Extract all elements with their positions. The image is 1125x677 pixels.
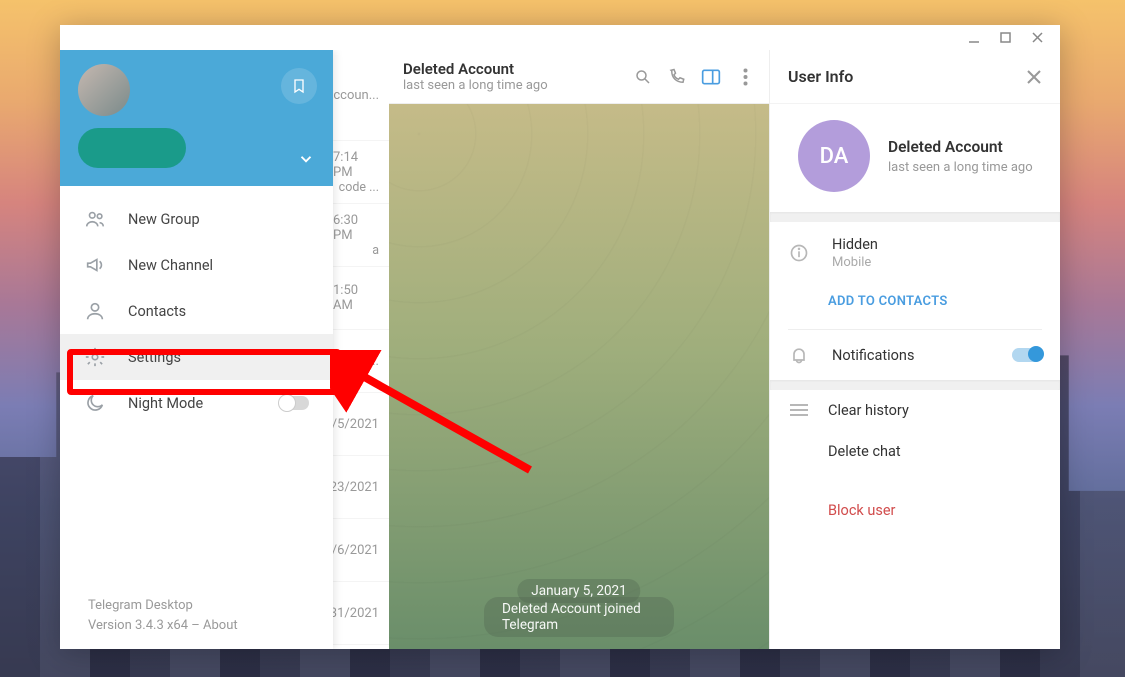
- main-menu-drawer: New Group New Channel Contacts: [60, 50, 333, 649]
- chat-title-block[interactable]: Deleted Account last seen a long time ag…: [403, 60, 619, 93]
- menu-settings[interactable]: Settings: [60, 334, 333, 380]
- bell-icon: [788, 344, 810, 366]
- chat-column: Deleted Account last seen a long time ag…: [389, 50, 769, 649]
- info-header: User Info: [770, 50, 1060, 104]
- info-profile: DA Deleted Account last seen a long time…: [770, 104, 1060, 212]
- chat-list-item[interactable]: 7:14 PM code ...: [333, 141, 389, 204]
- chat-list-item[interactable]: /6/2021: [333, 519, 389, 582]
- notifications-label: Notifications: [832, 347, 914, 364]
- chat-list-item[interactable]: /5/2021: [333, 393, 389, 456]
- saved-messages-button[interactable]: [281, 68, 317, 104]
- night-mode-toggle[interactable]: [279, 396, 309, 410]
- menu-label: New Group: [128, 211, 200, 228]
- side-panel-icon[interactable]: [701, 67, 721, 87]
- chat-title: Deleted Account: [403, 60, 619, 78]
- more-icon[interactable]: [735, 67, 755, 87]
- window-titlebar: [60, 25, 1060, 50]
- info-status: last seen a long time ago: [888, 160, 1033, 175]
- chat-list-item[interactable]: 1:50 AM: [333, 267, 389, 330]
- chat-list-item[interactable]: 26/2...: [333, 330, 389, 393]
- telegram-window: New Group New Channel Contacts: [60, 25, 1060, 649]
- chevron-down-icon[interactable]: [297, 150, 315, 168]
- person-icon: [84, 300, 106, 322]
- chat-list-column: ccoun... 7:14 PM code ... 6:30 PM a 1:50…: [333, 50, 389, 649]
- delete-chat-button[interactable]: Delete chat: [770, 431, 1060, 472]
- info-icon: [788, 242, 810, 264]
- clear-history-button[interactable]: Clear history: [770, 390, 1060, 431]
- info-phone-row: Hidden Mobile: [770, 222, 1060, 284]
- block-user-button[interactable]: Block user: [770, 490, 1060, 531]
- window-close-button[interactable]: [1032, 32, 1048, 43]
- chat-list-item[interactable]: 6:30 PM a: [333, 204, 389, 267]
- group-icon: [84, 208, 106, 230]
- app-name: Telegram Desktop: [88, 596, 305, 616]
- menu-list: New Group New Channel Contacts: [60, 186, 333, 436]
- chat-list-item[interactable]: 31/2021: [333, 582, 389, 645]
- close-icon[interactable]: [1026, 69, 1042, 85]
- chat-subtitle: last seen a long time ago: [403, 78, 619, 93]
- chat-messages[interactable]: January 5, 2021 Deleted Account joined T…: [389, 104, 769, 649]
- menu-night-mode[interactable]: Night Mode: [60, 380, 333, 426]
- chat-list-item[interactable]: 23/2021: [333, 456, 389, 519]
- add-to-contacts-button[interactable]: ADD TO CONTACTS: [770, 284, 1060, 329]
- service-message: Deleted Account joined Telegram: [484, 597, 674, 637]
- menu-contacts[interactable]: Contacts: [60, 288, 333, 334]
- info-avatar[interactable]: DA: [798, 120, 870, 192]
- chat-header: Deleted Account last seen a long time ag…: [389, 50, 769, 104]
- window-maximize-button[interactable]: [1000, 32, 1016, 43]
- info-name: Deleted Account: [888, 138, 1033, 156]
- call-icon[interactable]: [667, 67, 687, 87]
- moon-icon: [84, 392, 106, 414]
- window-minimize-button[interactable]: [968, 32, 984, 44]
- menu-label: Contacts: [128, 303, 186, 320]
- phone-label: Mobile: [832, 255, 1042, 270]
- menu-label: Settings: [128, 349, 181, 366]
- notifications-toggle[interactable]: [1012, 348, 1042, 362]
- menu-label: Night Mode: [128, 395, 203, 412]
- menu-header: [60, 50, 333, 186]
- info-notifications-row[interactable]: Notifications: [770, 330, 1060, 380]
- search-icon[interactable]: [633, 67, 653, 87]
- user-info-panel: User Info DA Deleted Account last seen a…: [769, 50, 1060, 649]
- info-title: User Info: [788, 67, 853, 86]
- account-name-pill[interactable]: [78, 128, 186, 168]
- gear-icon: [84, 346, 106, 368]
- menu-new-channel[interactable]: New Channel: [60, 242, 333, 288]
- app-version[interactable]: Version 3.4.3 x64 – About: [88, 616, 305, 636]
- megaphone-icon: [84, 254, 106, 276]
- separator: [770, 380, 1060, 390]
- menu-footer: Telegram Desktop Version 3.4.3 x64 – Abo…: [60, 582, 333, 649]
- chat-list-item[interactable]: ccoun...: [333, 50, 389, 141]
- separator: [770, 212, 1060, 222]
- phone-value: Hidden: [832, 236, 1042, 253]
- menu-label: New Channel: [128, 257, 213, 274]
- menu-new-group[interactable]: New Group: [60, 196, 333, 242]
- self-avatar[interactable]: [78, 64, 130, 116]
